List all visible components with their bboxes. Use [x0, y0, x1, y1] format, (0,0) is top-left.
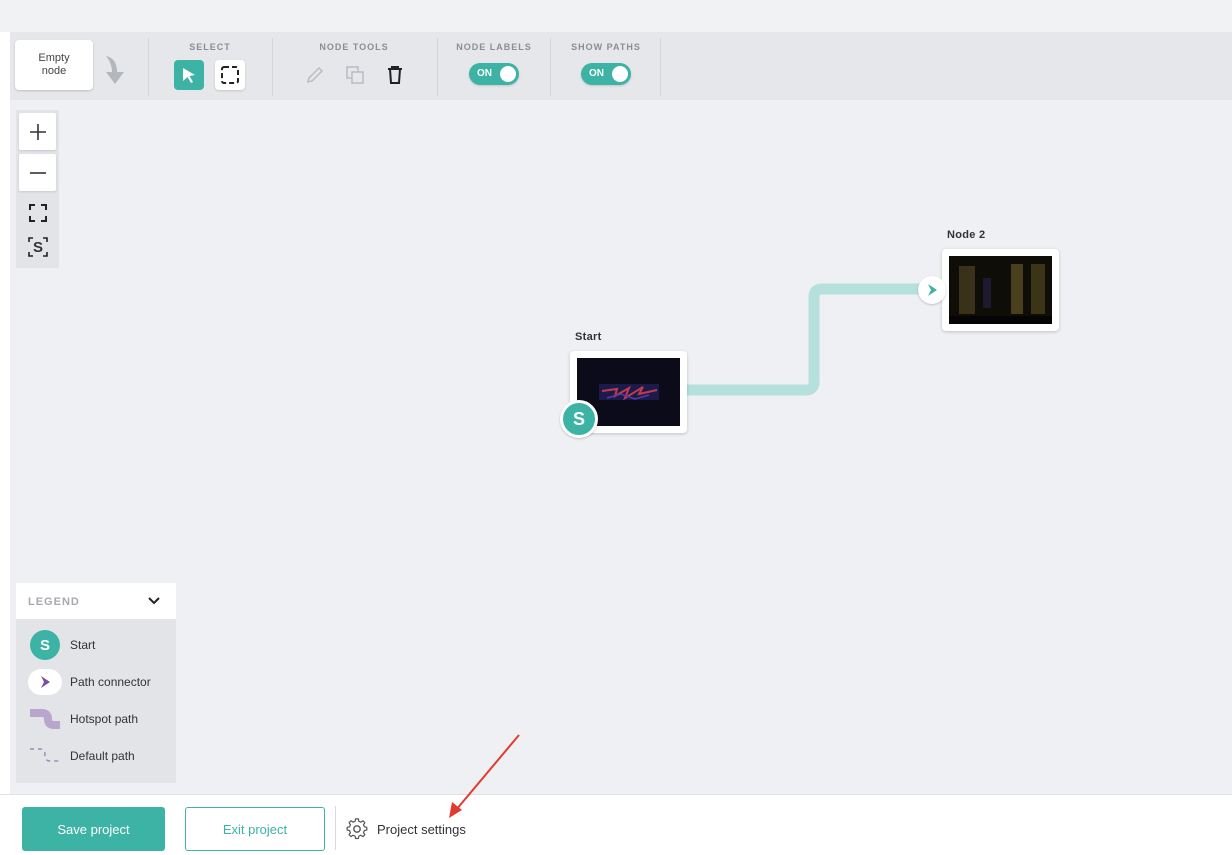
annotation-arrow — [449, 734, 520, 818]
